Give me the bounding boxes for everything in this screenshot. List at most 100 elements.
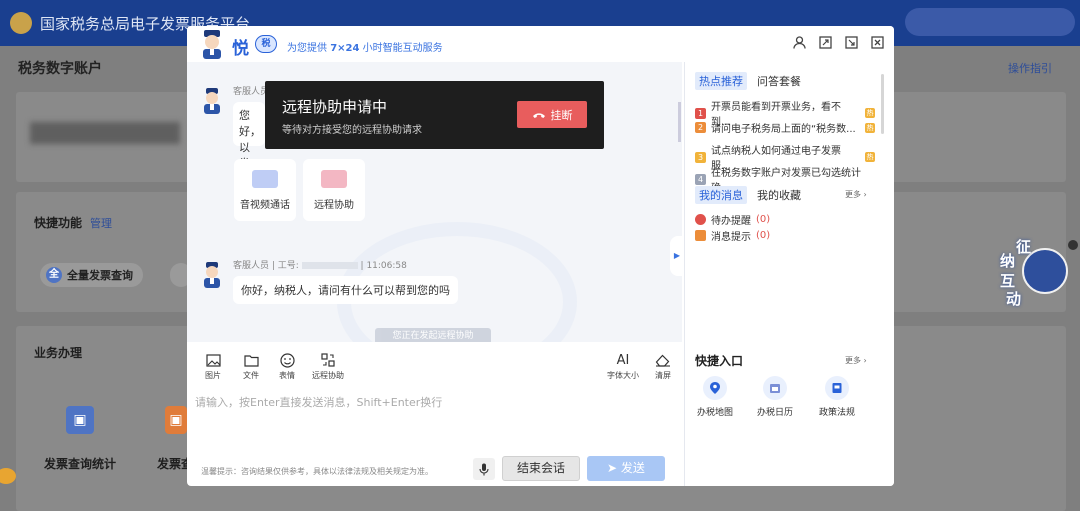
chat-scrollbar[interactable] [678,102,681,142]
invoice-tile-icon: ▣ [165,406,187,434]
video-call-label: 音视频通话 [240,199,290,211]
microphone-icon [479,463,489,475]
tab-my-messages[interactable]: 我的消息 [695,186,747,204]
hot-badge: 热 [865,122,875,133]
brand-name: 悦 [232,39,249,59]
video-call-card[interactable]: 音视频通话 [234,159,296,221]
reminder-icon [695,214,706,225]
font-size-tool[interactable]: AI 字体大小 [607,352,639,381]
brand-badge: 税 [255,35,277,53]
notice-icon [695,230,706,241]
todo-reminder-label: 待办提醒 [711,216,751,227]
business-label: 业务办理 [34,346,83,360]
more-quick-link[interactable]: 更多 › [845,355,867,366]
message-meta: 客服人员 | 工号: | 11:06:58 [233,258,407,271]
redacted-id [301,262,358,269]
rank-badge: 3 [695,151,706,163]
user-icon[interactable] [793,36,806,49]
remote-assist-label: 远程协助 [314,199,354,211]
tax-emblem-icon [10,12,32,34]
clear-tool[interactable]: 清屏 [655,352,671,381]
invoice-stats-icon: ▣ [66,406,94,434]
collapse-panel-toggle[interactable]: ▶ [670,236,684,276]
hot-item[interactable]: 2 请问电子税务局上面的“税务数... 热 [695,120,875,135]
slogan-prefix: 为您提供 [287,43,327,54]
message-notice-count: (0) [756,230,771,241]
hot-list-scrollbar[interactable] [881,74,884,134]
slogan-bold: 7×24 [330,43,360,54]
input-toolbar: 图片 文件 表情 远程协助 AI 字体大小 清屏 [187,342,682,386]
microphone-button[interactable] [473,458,495,480]
query-icon: 全 [46,267,62,283]
header-icon-group [793,36,884,49]
send-button[interactable]: ➤ 发送 [587,456,665,481]
tab-hot-recommend[interactable]: 热点推荐 [695,72,747,90]
file-tool-label: 文件 [243,371,259,380]
close-icon[interactable] [871,36,884,49]
tab-qa-package[interactable]: 问答套餐 [753,72,805,90]
input-placeholder: 请输入，按Enter直接发送消息，Shift+Enter换行 [195,396,443,409]
hot-tabs: 热点推荐 问答套餐 [695,72,805,90]
end-session-button[interactable]: 结束会话 [502,456,580,481]
hot-item-text: 请问电子税务局上面的“税务数... [711,124,856,135]
tab-my-favorites[interactable]: 我的收藏 [753,186,805,204]
image-icon [205,352,221,368]
document-icon [825,376,849,400]
remote-assist-tool-label: 远程协助 [312,371,344,380]
remote-assist-subtitle: 等待对方接受您的远程协助请求 [282,125,422,136]
quick-entry-label: 政策法规 [818,408,855,418]
minimize-icon[interactable] [845,36,858,49]
font-size-icon: AI [616,352,630,368]
quick-entry-tax-map[interactable]: 办税地图 [685,376,745,418]
account-title: 税务数字账户 [18,61,102,77]
emoji-tool-label: 表情 [279,371,295,380]
invoice-query-chip: 全 全量发票查询 [40,263,143,287]
todo-reminder-count: (0) [756,214,771,225]
float-char-2: 纳 [1000,252,1016,270]
hangup-label: 挂断 [550,108,573,122]
more-messages-link[interactable]: 更多 › [845,189,867,200]
todo-reminder-item[interactable]: 待办提醒 (0) [695,212,770,227]
message-time: | 11:06:58 [360,261,407,271]
float-char-1: 征 [1016,238,1032,256]
slogan: 为您提供 7×24 小时智能互动服务 [287,39,443,54]
message-tabs: 我的消息 我的收藏 [695,186,805,204]
message-notice-item[interactable]: 消息提示 (0) [695,228,770,243]
hangup-button[interactable]: 挂断 [517,101,587,128]
message-meta: 客服人员 [233,87,270,97]
file-tool[interactable]: 文件 [243,352,259,381]
agent-avatar-icon [204,88,220,114]
agent-avatar-icon [204,262,220,288]
quick-entry-policy[interactable]: 政策法规 [807,376,867,418]
emoji-icon [279,352,295,368]
guide-link: 操作指引 [1008,62,1052,75]
invoice-stats-label: 发票查询统计 [44,457,117,471]
remote-assist-card[interactable]: 远程协助 [303,159,365,221]
disclaimer-tip: 温馨提示：咨询结果仅供参考，具体以法律法规及相关规定为准。 [201,467,433,476]
interaction-float-button: 征 纳 互 动 [1000,236,1070,308]
emoji-tool[interactable]: 表情 [279,352,295,381]
expand-icon[interactable] [819,36,832,49]
message-agent-id: 客服人员 | 工号: [233,261,299,271]
page-scroll-indicator [1068,240,1078,250]
message-bubble: 你好，纳税人，请问有什么可以帮到您的吗 [233,276,458,304]
remote-assist-request-overlay: 远程协助申请中 等待对方接受您的远程协助请求 挂断 [265,81,604,149]
remote-assist-tool[interactable]: 远程协助 [312,352,344,381]
quick-entry-tax-calendar[interactable]: 办税日历 [745,376,805,418]
float-char-4: 动 [1006,290,1022,308]
invoice-query-chip-label: 全量发票查询 [67,269,133,282]
clear-tool-label: 清屏 [655,371,671,380]
remote-assist-title: 远程协助申请中 [282,98,388,116]
image-tool[interactable]: 图片 [205,352,221,381]
dialog-header: 悦 税 为您提供 7×24 小时智能互动服务 [187,26,894,62]
hangup-phone-icon [532,112,545,118]
message-notice-label: 消息提示 [711,232,751,243]
hot-badge: 热 [865,108,875,118]
rank-badge: 1 [695,107,706,119]
agent-avatar-icon [203,30,221,59]
send-label: 发送 [620,461,645,475]
video-camera-icon [252,169,278,188]
image-tool-label: 图片 [205,371,221,380]
message-text-line: 您好， [239,109,261,138]
blurred-company-name [30,122,180,144]
